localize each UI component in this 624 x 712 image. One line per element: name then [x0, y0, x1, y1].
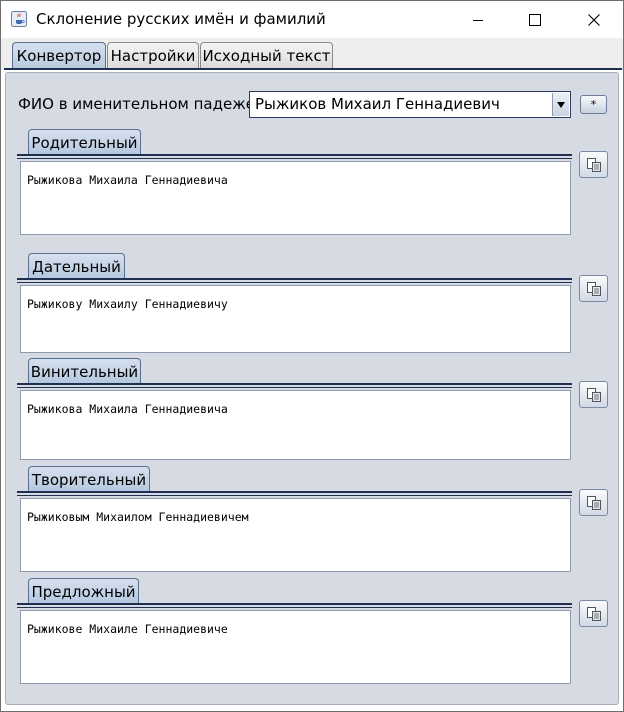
tab-settings[interactable]: Настройки [107, 42, 199, 68]
asterisk-button[interactable]: * [580, 95, 607, 114]
app-window: Склонение русских имён и фамилий Конверт… [0, 0, 624, 712]
case-divider [17, 603, 572, 605]
copy-icon [586, 281, 601, 296]
copy-button-dative[interactable] [579, 275, 608, 302]
case-tab-prepositional: Предложный [28, 578, 139, 604]
fio-combobox[interactable]: Рыжиков Михаил Геннадиевич [249, 91, 571, 118]
fio-input-value[interactable]: Рыжиков Михаил Геннадиевич [255, 95, 500, 113]
minimize-icon [473, 19, 483, 21]
title-bar: Склонение русских имён и фамилий [1, 1, 623, 38]
case-divider [17, 495, 572, 496]
result-field-genitive[interactable]: Рыжикова Михаила Геннадиевича [20, 161, 571, 235]
tab-source-text[interactable]: Исходный текст [200, 42, 333, 68]
fio-label: ФИО в именительном падеже: [18, 95, 261, 113]
minimize-button[interactable] [449, 1, 507, 38]
case-divider [17, 607, 572, 608]
result-text-dative[interactable]: Рыжикову Михаилу Геннадиевичу [27, 297, 228, 311]
java-app-icon [11, 11, 27, 27]
tab-converter[interactable]: Конвертор [12, 42, 106, 69]
case-divider [17, 383, 572, 385]
copy-icon [586, 387, 601, 402]
case-divider [17, 278, 572, 280]
result-field-instrumental[interactable]: Рыжиковым Михаилом Геннадиевичем [20, 498, 571, 572]
result-field-accusative[interactable]: Рыжикова Михаила Геннадиевича [20, 390, 571, 460]
copy-button-genitive[interactable] [579, 151, 608, 178]
chevron-down-icon [557, 101, 565, 108]
result-text-prepositional[interactable]: Рыжикове Михаиле Геннадиевиче [27, 622, 228, 636]
maximize-button[interactable] [506, 1, 564, 38]
case-divider [17, 282, 572, 283]
case-tab-instrumental: Творительный [28, 466, 150, 492]
case-divider [17, 387, 572, 388]
copy-button-prepositional[interactable] [579, 600, 608, 627]
case-tab-dative: Дательный [28, 253, 125, 279]
close-button[interactable] [565, 1, 623, 38]
case-tab-accusative: Винительный [28, 358, 141, 384]
copy-icon [586, 495, 601, 510]
result-text-genitive[interactable]: Рыжикова Михаила Геннадиевича [27, 173, 228, 187]
tab-divider [4, 68, 622, 70]
result-field-dative[interactable]: Рыжикову Михаилу Геннадиевичу [20, 285, 571, 353]
case-tab-genitive: Родительный [28, 129, 141, 155]
close-icon [588, 13, 600, 26]
case-divider [17, 491, 572, 493]
result-text-instrumental[interactable]: Рыжиковым Михаилом Геннадиевичем [27, 510, 249, 524]
case-divider [17, 158, 572, 159]
window-title: Склонение русских имён и фамилий [36, 10, 326, 28]
copy-icon [586, 157, 601, 172]
copy-icon [586, 606, 601, 621]
case-divider [17, 154, 572, 156]
copy-button-instrumental[interactable] [579, 489, 608, 516]
result-text-accusative[interactable]: Рыжикова Михаила Геннадиевича [27, 402, 228, 416]
result-field-prepositional[interactable]: Рыжикове Михаиле Геннадиевиче [20, 610, 571, 684]
combobox-dropdown-button[interactable] [552, 93, 569, 116]
copy-button-accusative[interactable] [579, 381, 608, 408]
maximize-icon [529, 13, 541, 26]
